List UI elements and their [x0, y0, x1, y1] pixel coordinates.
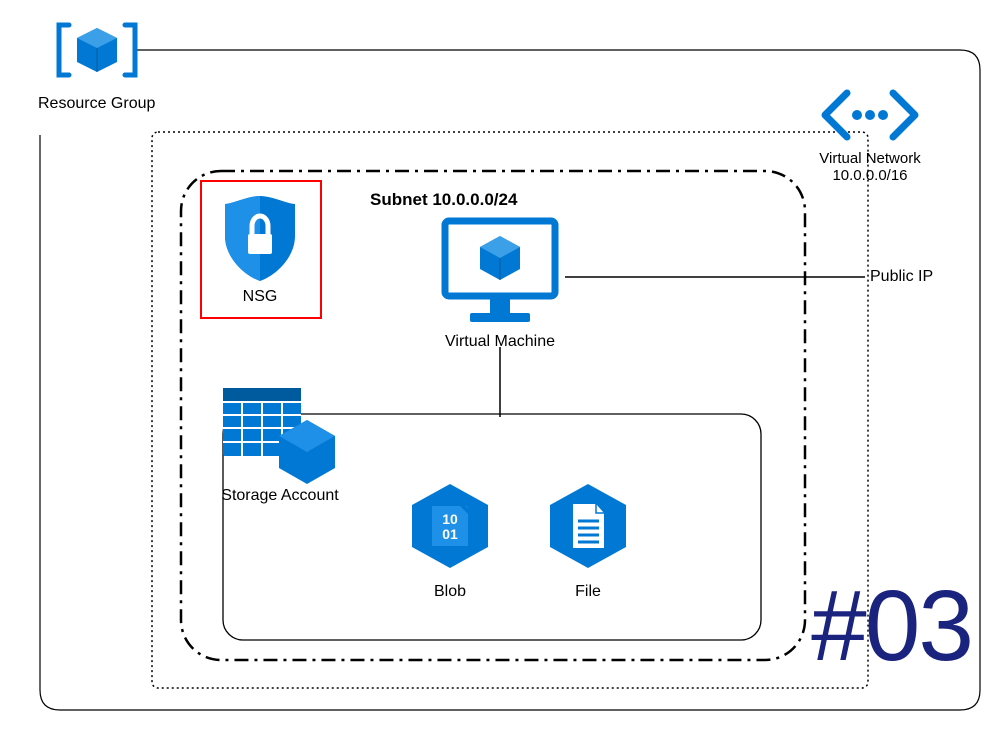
slide-number: #03	[811, 569, 972, 684]
public-ip-label: Public IP	[870, 268, 933, 286]
svg-text:01: 01	[442, 526, 458, 542]
virtual-machine-icon	[430, 213, 570, 328]
resource-group-icon	[47, 10, 147, 90]
virtual-network-icon	[815, 85, 925, 145]
virtual-network-cidr: 10.0.0.0/16	[815, 167, 925, 184]
file-icon	[533, 478, 643, 578]
nsg-label: NSG	[210, 288, 310, 306]
resource-group-node: Resource Group	[38, 10, 155, 113]
subnet-label: Subnet 10.0.0.0/24	[370, 190, 517, 210]
vm-node: Virtual Machine	[430, 213, 570, 351]
storage-account-node: Storage Account	[205, 380, 355, 505]
blob-label: Blob	[395, 583, 505, 601]
svg-text:10: 10	[442, 511, 458, 527]
storage-account-icon	[215, 380, 345, 490]
virtual-network-label: Virtual Network	[815, 150, 925, 167]
vm-publicip-connector	[565, 275, 865, 279]
nsg-shield-icon	[210, 188, 310, 288]
file-label: File	[533, 583, 643, 601]
blob-icon: 10 01	[395, 478, 505, 578]
virtual-network-node: Virtual Network 10.0.0.0/16	[815, 85, 925, 184]
file-node: File	[533, 478, 643, 601]
resource-group-label: Resource Group	[38, 95, 155, 113]
storage-account-label: Storage Account	[205, 487, 355, 505]
nsg-node: NSG	[210, 188, 310, 306]
vm-storage-connector	[498, 347, 502, 417]
blob-node: 10 01 Blob	[395, 478, 505, 601]
